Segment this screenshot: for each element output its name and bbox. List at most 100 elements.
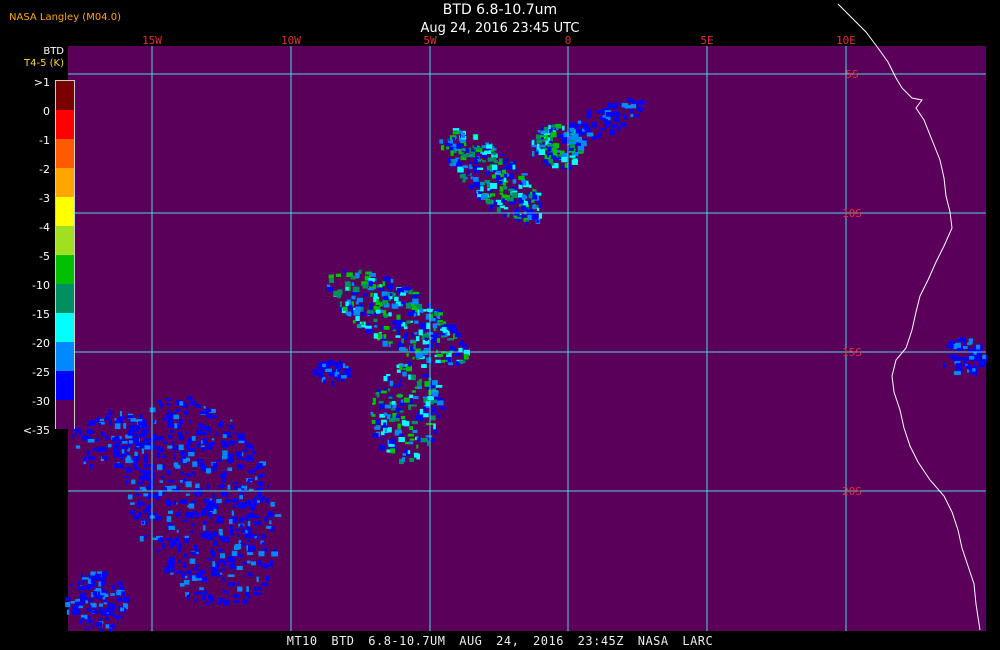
cloud-pixel xyxy=(235,528,240,531)
cloud-pixel xyxy=(256,534,259,540)
cloud-pixel xyxy=(420,438,428,443)
cloud-pixel xyxy=(323,379,327,384)
cloud-pixel xyxy=(402,457,406,462)
cloud-pixel xyxy=(128,425,136,431)
cloud-pixel xyxy=(202,594,206,601)
cloud-pixel xyxy=(92,575,100,581)
cloud-pixel xyxy=(165,537,171,541)
cloud-pixel xyxy=(123,423,127,429)
cloud-pixel xyxy=(185,431,188,435)
color-swatch xyxy=(56,226,74,255)
cloud-pixel xyxy=(399,410,404,413)
cloud-pixel xyxy=(140,414,143,420)
cloud-pixel xyxy=(170,545,174,548)
cloud-pixel xyxy=(335,273,341,277)
cloud-pixel xyxy=(239,517,244,523)
color-scale xyxy=(55,80,75,429)
cloud-pixel xyxy=(467,169,470,175)
cloud-pixel xyxy=(327,287,334,292)
cloud-pixel xyxy=(241,528,246,533)
cloud-pixel xyxy=(176,445,179,451)
cloud-pixel xyxy=(179,401,184,406)
cloud-pixel xyxy=(411,333,414,337)
color-swatch xyxy=(56,342,74,371)
cloud-pixel xyxy=(389,380,394,387)
cloud-pixel xyxy=(322,363,326,368)
color-swatch xyxy=(56,284,74,313)
cloud-pixel xyxy=(211,438,215,441)
cloud-pixel xyxy=(963,346,968,349)
cloud-pixel xyxy=(454,352,461,357)
cloud-pixel xyxy=(242,599,248,605)
cloud-pixel xyxy=(260,499,263,503)
cloud-pixel xyxy=(181,471,185,475)
cloud-pixel xyxy=(137,455,140,459)
grid-label: 20S xyxy=(842,485,862,498)
cloud-pixel xyxy=(450,150,454,156)
cloud-pixel xyxy=(493,156,497,161)
cloud-pixel xyxy=(502,198,505,203)
cloud-pixel xyxy=(111,585,115,590)
cloud-pixel xyxy=(141,448,144,454)
cloud-pixel xyxy=(167,445,173,449)
cloud-pixel xyxy=(205,408,212,412)
cloud-pixel xyxy=(147,512,152,516)
cloud-pixel xyxy=(382,310,387,316)
cloud-pixel xyxy=(227,574,235,577)
cloud-pixel xyxy=(182,562,187,568)
cloud-pixel xyxy=(261,542,265,545)
cloud-pixel xyxy=(143,438,150,442)
cloud-pixel xyxy=(419,322,427,328)
cloud-pixel xyxy=(82,580,85,584)
color-swatch xyxy=(56,168,74,197)
cloud-pixel xyxy=(967,369,970,373)
cloud-pixel xyxy=(463,353,469,360)
cloud-pixel xyxy=(503,186,508,190)
cloud-pixel xyxy=(178,543,182,549)
cloud-pixel xyxy=(517,219,521,222)
cloud-pixel xyxy=(159,480,164,483)
cloud-pixel xyxy=(387,427,392,433)
cloud-pixel xyxy=(498,162,503,165)
cloud-pixel xyxy=(375,419,380,426)
cloud-pixel xyxy=(252,450,257,455)
cloud-pixel xyxy=(186,594,190,600)
cloud-pixel xyxy=(569,155,576,158)
cloud-pixel xyxy=(433,409,437,414)
cloud-pixel xyxy=(379,403,385,409)
cloud-pixel xyxy=(345,365,349,369)
cloud-pixel xyxy=(538,212,542,219)
cloud-pixel xyxy=(508,188,515,192)
cloud-pixel xyxy=(256,492,262,498)
cloud-pixel xyxy=(248,478,253,481)
cloud-pixel xyxy=(375,301,381,306)
cloud-pixel xyxy=(947,354,951,357)
cloud-pixel xyxy=(231,510,234,516)
cloud-pixel xyxy=(449,146,454,151)
cloud-pixel xyxy=(236,566,243,570)
cloud-pixel xyxy=(227,431,231,435)
cloud-pixel xyxy=(121,449,125,454)
cloud-pixel xyxy=(219,572,223,575)
cloud-pixel xyxy=(400,399,403,403)
cloud-pixel xyxy=(109,419,113,426)
cloud-pixel xyxy=(500,173,504,177)
cloud-pixel xyxy=(531,140,534,146)
cloud-pixel xyxy=(239,495,243,500)
footer-caption: MT10 BTD 6.8-10.7UM AUG 24, 2016 23:45Z … xyxy=(286,634,714,648)
cloud-pixel xyxy=(485,142,489,145)
cloud-pixel xyxy=(75,445,81,449)
cloud-pixel xyxy=(122,587,125,591)
cloud-pixel xyxy=(507,197,514,202)
cloud-pixel xyxy=(605,122,610,128)
cloud-pixel xyxy=(452,131,460,135)
cloud-pixel xyxy=(233,503,236,509)
cloud-pixel xyxy=(88,420,95,425)
color-scale-label: -1 xyxy=(39,134,50,147)
grid-label: 5S xyxy=(845,68,858,81)
cloud-pixel xyxy=(201,509,207,514)
cloud-pixel xyxy=(222,455,228,460)
cloud-pixel xyxy=(269,520,272,525)
cloud-pixel xyxy=(78,605,84,609)
cloud-pixel xyxy=(245,500,252,506)
